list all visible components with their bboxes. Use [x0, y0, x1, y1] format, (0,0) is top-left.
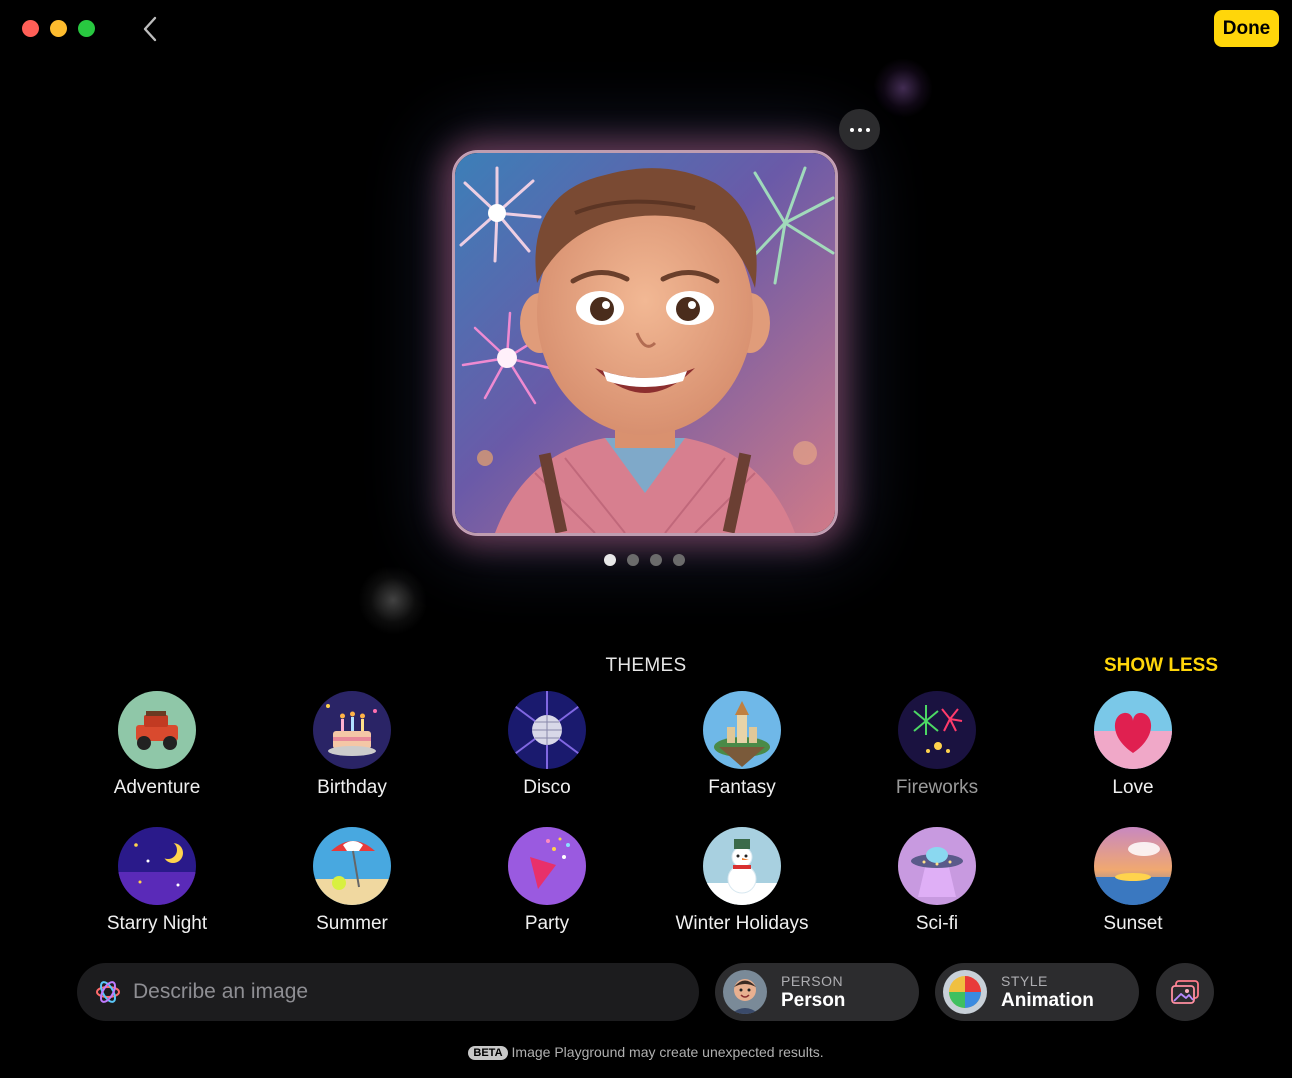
theme-label: Love: [1112, 777, 1154, 798]
image-playground-icon: [96, 981, 120, 1003]
person-avatar: [723, 970, 767, 1014]
theme-label: Sunset: [1103, 913, 1163, 934]
disco-ball-icon: [508, 691, 586, 769]
theme-party[interactable]: Party: [452, 827, 642, 935]
style-caption: STYLE: [1001, 972, 1048, 989]
sunset-icon: [1094, 827, 1172, 905]
theme-label: Sci-fi: [915, 913, 959, 934]
page-dot[interactable]: [650, 554, 662, 566]
generated-image: [452, 150, 838, 536]
theme-sci-fi[interactable]: Sci-fi: [842, 827, 1032, 935]
ufo-icon: [898, 827, 976, 905]
heart-icon: [1094, 691, 1172, 769]
party-popper-icon: [508, 827, 586, 905]
moon-icon: [118, 827, 196, 905]
person-value: Person: [781, 989, 846, 1011]
snowman-icon: [703, 827, 781, 905]
theme-sunset[interactable]: Sunset: [1038, 827, 1228, 935]
theme-love[interactable]: Love: [1038, 691, 1228, 799]
zoom-window-button[interactable]: [78, 20, 95, 37]
theme-label: Fantasy: [708, 777, 776, 798]
theme-birthday[interactable]: Birthday: [257, 691, 447, 799]
beta-badge: BETA: [468, 1046, 508, 1060]
theme-label: Party: [524, 913, 570, 934]
prompt-field[interactable]: [77, 963, 699, 1021]
theme-fireworks[interactable]: Fireworks: [842, 691, 1032, 799]
animation-style-icon: [943, 970, 987, 1014]
castle-icon: [703, 691, 781, 769]
theme-label: Fireworks: [895, 777, 979, 798]
window-controls: [22, 20, 95, 37]
more-options-button[interactable]: [839, 109, 880, 150]
theme-starry-night[interactable]: Starry Night: [62, 827, 252, 935]
chevron-left-icon: [143, 16, 157, 42]
ellipsis-icon: [849, 127, 854, 132]
fireworks-icon: [898, 691, 976, 769]
jeep-icon: [118, 691, 196, 769]
beach-umbrella-icon: [313, 827, 391, 905]
disclaimer-text: Image Playground may create unexpected r…: [511, 1044, 824, 1060]
done-button[interactable]: Done: [1214, 10, 1279, 47]
theme-label: Birthday: [317, 777, 387, 798]
theme-label: Winter Holidays: [675, 913, 809, 934]
person-selector[interactable]: PERSON Person: [715, 963, 919, 1021]
ambient-glow: [873, 58, 933, 118]
disclaimer: BETA Image Playground may create unexpect…: [0, 1044, 1292, 1060]
style-value: Animation: [1001, 989, 1094, 1011]
theme-label: Starry Night: [106, 913, 208, 934]
birthday-cake-icon: [313, 691, 391, 769]
describe-image-input[interactable]: [133, 980, 653, 1004]
theme-label: Disco: [523, 777, 571, 798]
minimize-window-button[interactable]: [50, 20, 67, 37]
page-dot[interactable]: [627, 554, 639, 566]
page-indicator: [604, 554, 685, 566]
person-caption: PERSON: [781, 972, 844, 989]
theme-fantasy[interactable]: Fantasy: [647, 691, 837, 799]
theme-summer[interactable]: Summer: [257, 827, 447, 935]
back-button[interactable]: [136, 14, 164, 44]
theme-adventure[interactable]: Adventure: [62, 691, 252, 799]
photo-library-button[interactable]: [1156, 963, 1214, 1021]
theme-winter-holidays[interactable]: Winter Holidays: [647, 827, 837, 935]
style-selector[interactable]: STYLE Animation: [935, 963, 1139, 1021]
show-less-button[interactable]: SHOW LESS: [1104, 655, 1218, 677]
photos-icon: [1171, 980, 1199, 1004]
theme-label: Summer: [316, 913, 388, 934]
page-dot[interactable]: [673, 554, 685, 566]
themes-heading: THEMES: [605, 655, 687, 676]
ambient-glow: [358, 565, 428, 635]
page-dot[interactable]: [604, 554, 616, 566]
close-window-button[interactable]: [22, 20, 39, 37]
theme-label: Adventure: [113, 777, 201, 798]
theme-disco[interactable]: Disco: [452, 691, 642, 799]
